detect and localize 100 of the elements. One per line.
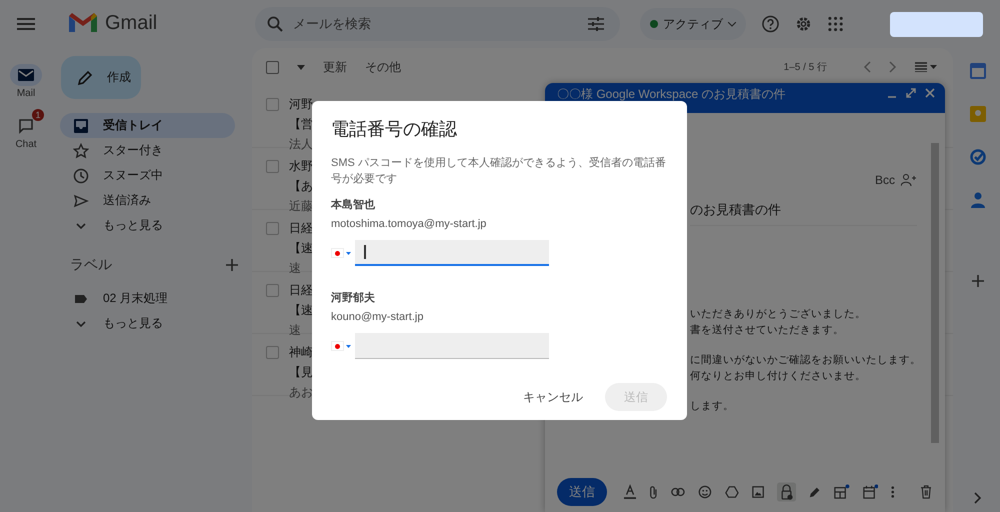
sender-name: 神崎: [289, 344, 313, 361]
row-checkbox[interactable]: [266, 346, 279, 359]
more-button[interactable]: その他: [365, 58, 401, 76]
country-selector[interactable]: [331, 248, 351, 258]
dialog-button[interactable]: キャンセル: [519, 383, 587, 411]
label-item[interactable]: もっと見る: [60, 311, 235, 336]
compose-title: 〇〇様 Google Workspace のお見積書の件: [557, 88, 786, 101]
email-snippet: あお: [289, 384, 313, 401]
nav-item[interactable]: もっと見る: [60, 213, 235, 238]
nav-item[interactable]: スター付き: [60, 138, 235, 163]
email-snippet: 近藤: [289, 198, 313, 215]
body-text: 何なりとお申し付けくださいませ。: [690, 369, 867, 384]
layout-icon[interactable]: [834, 483, 850, 501]
attach-icon[interactable]: [649, 484, 658, 500]
chevron-left-icon[interactable]: [863, 61, 871, 73]
email-subject: 【あ: [289, 178, 313, 195]
apps-icon[interactable]: [828, 16, 843, 32]
nav-item[interactable]: 送信済み: [60, 188, 235, 213]
row-checkbox[interactable]: [266, 284, 279, 297]
phone-field[interactable]: [355, 333, 549, 359]
email-snippet: 速: [289, 260, 302, 277]
expand-icon[interactable]: [906, 88, 916, 98]
help-icon[interactable]: [762, 15, 779, 33]
text-format-icon[interactable]: [624, 484, 636, 500]
calendar-icon[interactable]: [970, 63, 986, 79]
body-text: に間違いがないかご確認をお願いいたします。: [690, 353, 922, 368]
plus-icon[interactable]: [972, 275, 984, 287]
close-icon[interactable]: [925, 88, 935, 98]
scrollbar[interactable]: [931, 143, 939, 443]
page-range: 1–5 / 5 行: [784, 61, 827, 74]
search-icon: [267, 16, 283, 32]
body-text: します。: [690, 399, 735, 414]
chevron-right-icon[interactable]: [974, 492, 982, 504]
email-subject: 【速: [289, 240, 313, 257]
caret-icon[interactable]: [297, 64, 305, 70]
recipient-email: motoshima.tomoya@my-start.jp: [331, 218, 488, 230]
email-subject: 【営: [289, 116, 313, 133]
email-subject: 【速: [289, 302, 313, 319]
add-people-icon[interactable]: [901, 174, 917, 186]
pen-icon[interactable]: [808, 485, 821, 499]
caret-icon: [346, 252, 351, 254]
status-dot: [650, 20, 658, 28]
sender-name: 日経: [289, 220, 313, 237]
plus-icon[interactable]: [226, 259, 238, 271]
chat-icon: [18, 118, 34, 134]
recipient-name: 本島智也: [331, 198, 376, 212]
dialog-title: 電話番号の確認: [331, 118, 458, 141]
sender-name: 日経: [289, 282, 313, 299]
sender-name: 水野: [289, 158, 313, 175]
row-checkbox[interactable]: [266, 222, 279, 235]
inbox-icon: [73, 118, 89, 134]
status-dropdown[interactable]: アクティブ: [640, 8, 746, 40]
filter-icon[interactable]: [588, 17, 604, 31]
settings-icon[interactable]: [794, 15, 812, 33]
bcc-link[interactable]: Bcc: [874, 173, 895, 187]
tasks-icon[interactable]: [970, 149, 986, 165]
more-icon[interactable]: [891, 485, 895, 499]
row-checkbox[interactable]: [266, 160, 279, 173]
notification-badge: 1: [32, 109, 44, 121]
label-item[interactable]: 02 月末処理: [60, 286, 235, 311]
logo-icon: [69, 12, 97, 34]
chevron-right-icon[interactable]: [889, 61, 897, 73]
country-selector[interactable]: [331, 341, 351, 351]
section-heading: ラベル: [70, 256, 112, 274]
image-icon[interactable]: [752, 485, 764, 499]
mail-icon: [18, 69, 34, 81]
phone-field[interactable]: [355, 240, 549, 266]
menu-icon[interactable]: [17, 18, 35, 30]
calendar-icon[interactable]: [862, 483, 878, 501]
rail-label: Chat: [15, 139, 37, 150]
body-text: 書を送付させていただきます。: [690, 323, 845, 338]
search-field[interactable]: メールを検索: [255, 7, 620, 41]
email-subject: 【見: [289, 364, 313, 381]
sender-name: 河野: [289, 96, 313, 113]
trash-icon[interactable]: [920, 485, 932, 499]
send-button[interactable]: 送信: [557, 478, 608, 506]
email-snippet: 法人: [289, 136, 313, 153]
nav-item[interactable]: 受信トレイ: [60, 113, 235, 138]
nav-item[interactable]: スヌーズ中: [60, 163, 235, 188]
compose-button[interactable]: 作成: [61, 56, 141, 99]
link-icon[interactable]: [670, 487, 685, 497]
clock-icon: [73, 168, 89, 184]
pencil-icon: [77, 70, 93, 86]
emoji-icon[interactable]: [698, 484, 712, 500]
refresh-button[interactable]: 更新: [323, 58, 347, 76]
email-snippet: 速: [289, 322, 302, 339]
body-text: いただきありがとうございました。: [690, 307, 867, 322]
caret-icon: [728, 22, 736, 26]
dialog-description: SMS パスコードを使用して本人確認ができるよう、受信者の電話番号が必要です: [331, 156, 667, 187]
density-icon[interactable]: [915, 62, 937, 72]
lock-clock-icon[interactable]: [776, 481, 796, 503]
subject-field[interactable]: のお見積書の件: [690, 201, 917, 226]
person-icon[interactable]: [970, 192, 984, 208]
rail-label: Mail: [16, 88, 36, 99]
recipient-name: 河野郁夫: [331, 290, 376, 305]
rail-tab[interactable]: [10, 64, 42, 86]
select-checkbox[interactable]: [266, 60, 279, 74]
star-icon: [73, 142, 89, 158]
app-name: Gmail: [105, 12, 158, 34]
row-checkbox[interactable]: [266, 98, 279, 111]
